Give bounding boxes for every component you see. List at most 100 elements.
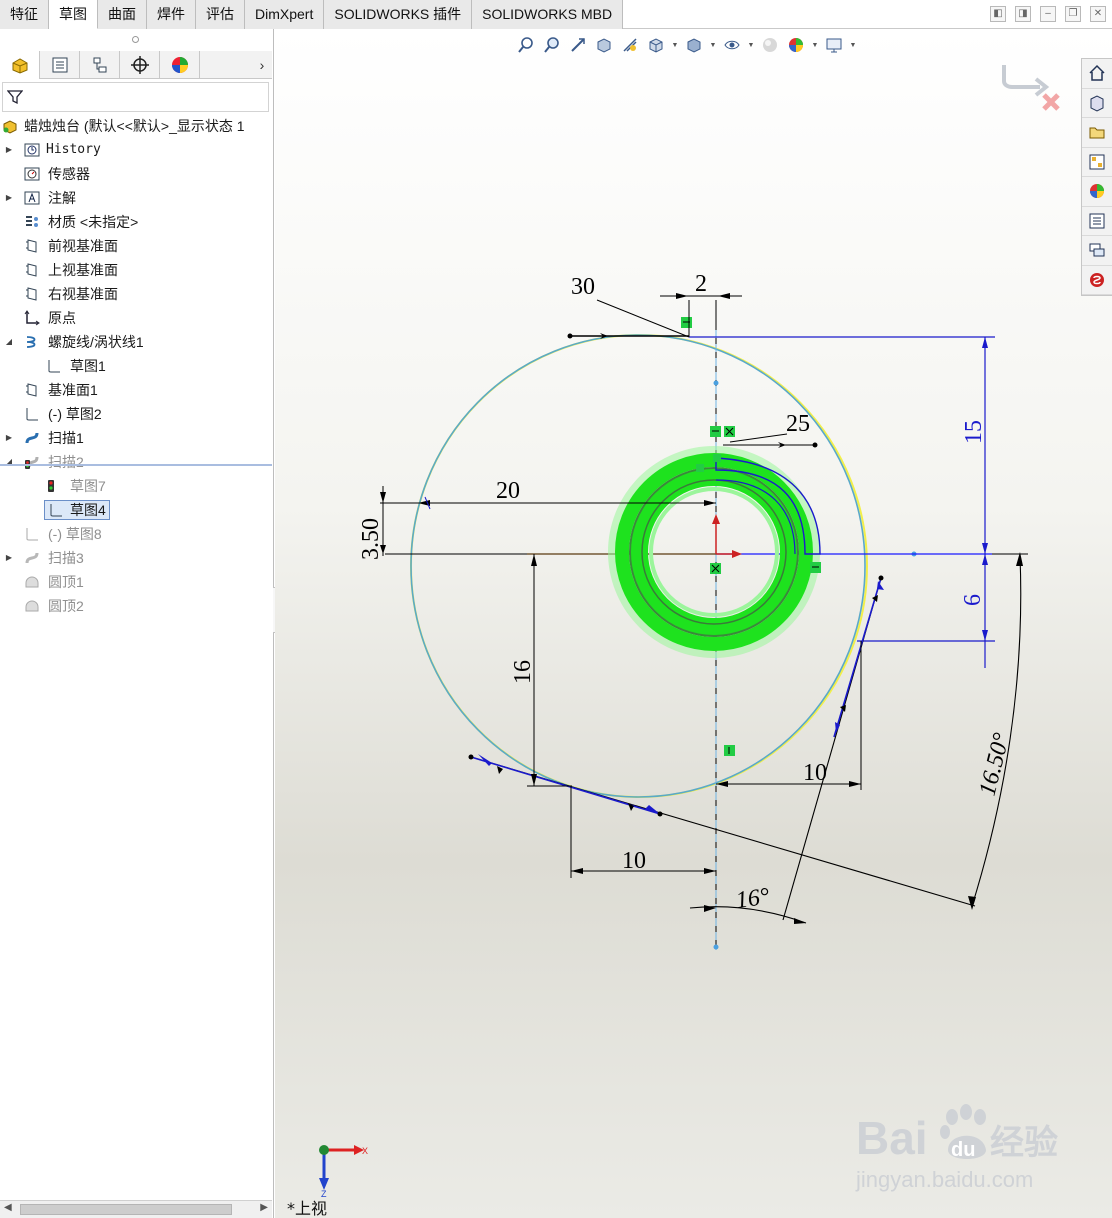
display-manager-tab-icon[interactable] (160, 51, 200, 79)
dimension-2[interactable]: 2 (695, 271, 707, 297)
tree-item-sweep1[interactable]: ▶ 扫描1 (0, 426, 272, 450)
tree-item-material[interactable]: 材质 <未指定> (0, 210, 272, 234)
reference-triad: X Z (319, 1145, 368, 1198)
baidu-jingyan-watermark: Bai du 经验 jingyan.baidu.com (855, 1104, 1058, 1192)
tab-features[interactable]: 特征 (0, 0, 49, 29)
forum-icon[interactable] (1082, 236, 1112, 266)
dimension-25[interactable]: 25 (786, 411, 810, 437)
close-icon[interactable]: ✕ (1090, 6, 1106, 22)
tree-item-dome2[interactable]: 圆顶2 (0, 594, 272, 618)
expand-arrow-icon[interactable]: ▶ (4, 426, 14, 450)
tab-evaluate[interactable]: 评估 (196, 0, 245, 29)
tab-solidworks-addins[interactable]: SOLIDWORKS 插件 (324, 0, 473, 29)
appearances-icon[interactable] (1082, 177, 1112, 207)
tree-item-sketch4[interactable]: 草图4 (0, 498, 272, 522)
collapse-arrow-icon[interactable]: ◢ (4, 330, 14, 354)
tree-item-helix[interactable]: ◢ 螺旋线/涡状线1 (0, 330, 272, 354)
tree-item-top-plane[interactable]: 上视基准面 (0, 258, 272, 282)
scroll-right-icon[interactable]: ▶ (260, 1202, 268, 1213)
sketch-icon (50, 504, 62, 517)
dimension-6[interactable]: 6 (960, 594, 986, 606)
rollback-bar[interactable] (0, 464, 272, 466)
tree-root[interactable]: 蜡烛烛台 (默认<<默认>_显示状态 1 (0, 114, 272, 138)
tree-item-front-plane[interactable]: 前视基准面 (0, 234, 272, 258)
tab-surfaces[interactable]: 曲面 (98, 0, 147, 29)
horizontal-scrollbar[interactable]: ◀ ▶ (0, 1200, 272, 1218)
swept-ring-preview[interactable] (608, 446, 821, 658)
dimension-30[interactable]: 30 (571, 274, 595, 300)
feature-manager-tab-icon[interactable] (0, 51, 40, 79)
tab-dimxpert[interactable]: DimXpert (245, 0, 325, 29)
dimension-15[interactable]: 15 (961, 420, 987, 444)
tab-sketch[interactable]: 草图 (49, 0, 98, 29)
minimize-icon[interactable]: – (1040, 6, 1056, 22)
custom-properties-icon[interactable] (1082, 207, 1112, 236)
feature-tree: 蜡烛烛台 (默认<<默认>_显示状态 1 ▶ History 传感器 ▶ 注解 … (0, 114, 272, 618)
dimension-20[interactable]: 20 (496, 478, 520, 504)
sketch-point[interactable] (713, 944, 719, 950)
solidworks-search-icon[interactable] (1082, 266, 1112, 295)
tree-item-label: 基准面1 (48, 382, 98, 398)
panel-right-icon[interactable]: ◨ (1015, 6, 1031, 22)
chevron-right-icon[interactable]: › (252, 51, 272, 79)
tree-item-sketch1[interactable]: 草图1 (0, 354, 272, 378)
tree-item-dome1[interactable]: 圆顶1 (0, 570, 272, 594)
filter-icon[interactable] (7, 89, 23, 105)
view-palette-icon[interactable] (1082, 148, 1112, 177)
tab-solidworks-mbd[interactable]: SOLIDWORKS MBD (472, 0, 624, 29)
tree-item-label: 传感器 (48, 166, 90, 182)
origin-icon (24, 310, 40, 326)
helix-icon (26, 336, 36, 348)
scrollbar-thumb[interactable] (20, 1204, 232, 1215)
expand-arrow-icon[interactable]: ▶ (4, 546, 14, 570)
tree-item-right-plane[interactable]: 右视基准面 (0, 282, 272, 306)
watermark-brand-main: Bai (856, 1112, 928, 1164)
tree-item-label: 右视基准面 (48, 286, 118, 302)
task-pane (1081, 58, 1112, 296)
tree-item-sketch2[interactable]: (-) 草图2 (0, 402, 272, 426)
sketch-canvas[interactable]: 30 2 25 20 10 10 15 6 3.50 16 16.50° 16° (275, 29, 1112, 1218)
annotation-icon (24, 191, 40, 205)
dimension-10-right[interactable]: 10 (803, 760, 827, 786)
expand-arrow-icon[interactable]: ▶ (4, 186, 14, 210)
dimxpert-manager-tab-icon[interactable] (120, 51, 160, 79)
panel-left-icon[interactable]: ◧ (990, 6, 1006, 22)
view-orientation-label: *上视 (287, 1199, 328, 1218)
tree-item-sketch7[interactable]: 草图7 (0, 474, 272, 498)
dome-icon (25, 600, 39, 612)
panel-grip-icon[interactable] (132, 36, 139, 43)
tree-filter-input[interactable] (2, 82, 269, 112)
sketch-point[interactable] (713, 380, 719, 386)
dimension-16-50-degrees[interactable]: 16.50° (975, 730, 1016, 798)
dimension-16[interactable]: 16 (510, 660, 536, 684)
tree-item-label: 草图7 (70, 478, 106, 494)
tab-weldments[interactable]: 焊件 (147, 0, 196, 29)
file-explorer-icon[interactable] (1082, 118, 1112, 148)
expand-arrow-icon[interactable]: ▶ (4, 138, 14, 162)
solidworks-resources-icon[interactable] (1082, 59, 1112, 89)
tree-item-origin[interactable]: 原点 (0, 306, 272, 330)
watermark-url: jingyan.baidu.com (855, 1167, 1033, 1192)
sketch-icon (26, 408, 38, 421)
tree-item-plane1[interactable]: 基准面1 (0, 378, 272, 402)
dimension-10-bottom[interactable]: 10 (622, 848, 646, 874)
tree-item-sketch8[interactable]: (-) 草图8 (0, 522, 272, 546)
tree-item-label: 材质 <未指定> (48, 214, 139, 230)
configuration-manager-tab-icon[interactable] (80, 51, 120, 79)
design-library-icon[interactable] (1082, 89, 1112, 118)
panel-tab-row: › (0, 51, 272, 79)
tree-item-sweep3[interactable]: ▶ 扫描3 (0, 546, 272, 570)
restore-icon[interactable]: ❐ (1065, 6, 1081, 22)
scroll-left-icon[interactable]: ◀ (4, 1202, 12, 1213)
collapse-arrow-icon[interactable]: ◢ (4, 450, 14, 474)
tree-item-sweep2[interactable]: ◢ 扫描2 (0, 450, 272, 474)
property-manager-tab-icon[interactable] (40, 51, 80, 79)
dimension-16-degrees[interactable]: 16° (734, 883, 771, 913)
dimension-3-50[interactable]: 3.50 (358, 518, 384, 560)
history-icon (24, 143, 40, 157)
graphics-area[interactable]: ▼ ▼ ▼ ▼ ▼ 30 2 25 20 10 10 15 6 3.50 16 … (275, 29, 1112, 1218)
sketch-icon (26, 528, 38, 541)
tree-item-annotations[interactable]: ▶ 注解 (0, 186, 272, 210)
tree-item-sensors[interactable]: 传感器 (0, 162, 272, 186)
tree-item-history[interactable]: ▶ History (0, 138, 272, 162)
